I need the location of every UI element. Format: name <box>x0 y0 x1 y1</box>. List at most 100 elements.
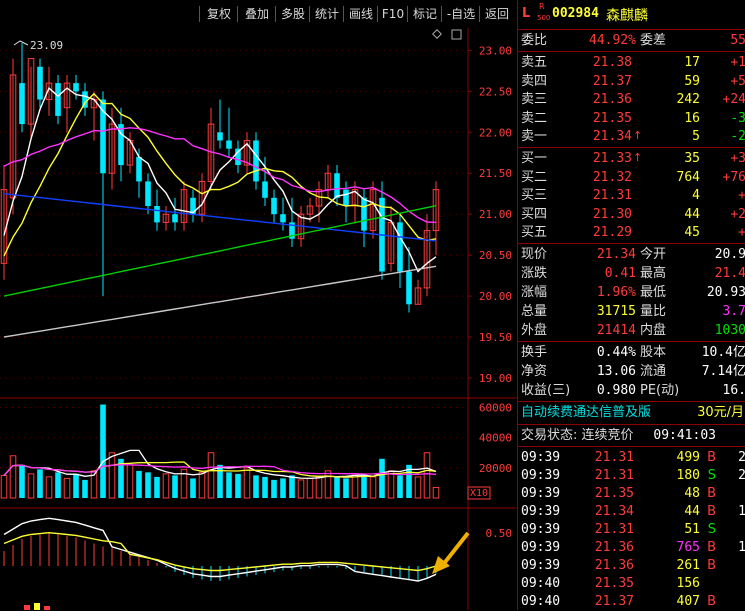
divider <box>518 446 745 447</box>
toolbar-button-1[interactable]: 叠加 <box>238 5 276 23</box>
candle-body-down <box>37 66 43 100</box>
bid-label: 买一 <box>521 151 548 166</box>
market-logo: L <box>522 6 531 21</box>
volume-tick-label: 40000 <box>479 432 512 445</box>
ask-price: 21.38 <box>592 55 632 70</box>
candle-body-down <box>397 222 403 272</box>
quote-panel: L R 500 002984 森麒麟 委比 44.92% 委差 55 卖五 21.… <box>517 0 745 610</box>
tick-row[interactable]: 09:39 21.31 180 S 2 <box>518 467 745 485</box>
stat-label: 量比 <box>640 304 667 319</box>
toolbar-button-4[interactable]: 画线 <box>344 5 378 23</box>
volume-bar-down <box>172 475 178 498</box>
toolbar-button-7[interactable]: -自选 <box>442 5 480 23</box>
volume-bar-up <box>126 464 134 499</box>
candle-body-down <box>271 197 277 215</box>
price-tick-label: 20.50 <box>479 249 512 262</box>
volume-bar-up <box>243 467 251 499</box>
ad-banner[interactable]: 自动续费通达信普及版 30元/月 <box>518 404 745 422</box>
volume-bar-down <box>55 472 61 498</box>
toolbar-button-0[interactable]: 复权 <box>200 5 238 23</box>
tick-row[interactable]: 09:40 21.35 156 <box>518 575 745 593</box>
volume-bar-up <box>324 470 332 499</box>
volume-bar-down <box>37 469 43 498</box>
stat-value: 0.41 <box>604 266 636 281</box>
tick-row[interactable]: 09:39 21.35 48 B <box>518 485 745 503</box>
tick-extra: 1 <box>738 504 745 519</box>
toolbar-button-2[interactable]: 多股 <box>276 5 310 23</box>
volume-bar-up <box>306 477 314 499</box>
ma120-line <box>3 265 437 338</box>
ask-label: 卖五 <box>521 55 548 70</box>
tick-row[interactable]: 09:39 21.36 261 B <box>518 557 745 575</box>
tick-row[interactable]: 09:40 21.37 407 B <box>518 593 745 611</box>
kline-chart-area[interactable]: 23.00 22.50 22.00 21.50 21.00 20.50 20.00 19.50… <box>0 28 517 610</box>
stat-value: 0.980 <box>596 383 636 398</box>
stock-header: L R 500 002984 森麒麟 <box>518 2 745 26</box>
volume-bar-down <box>217 464 223 498</box>
toolbar-button-3[interactable]: 统计 <box>310 5 344 23</box>
tick-price: 21.34 <box>594 504 634 519</box>
kline-chart[interactable]: 23.00 22.50 22.00 21.50 21.00 20.50 20.00 19.50… <box>0 28 517 610</box>
tick-extra: 2 <box>738 450 745 465</box>
toolbar-button-8[interactable]: 返回 <box>480 5 514 23</box>
wecha-value: 55 <box>730 33 745 48</box>
tick-row[interactable]: 09:39 21.31 51 S <box>518 521 745 539</box>
candle-body-down <box>334 173 340 198</box>
ad-price[interactable]: 30元/月 <box>697 404 744 422</box>
chart-toolbar: 复权 叠加 多股 统计 画线 F10 标记 -自选 返回 <box>0 0 517 28</box>
market-logo-sup: R <box>539 2 545 11</box>
indicator-mark <box>34 603 40 610</box>
stat-row: 现价 21.34 今开 20.9 <box>518 246 745 264</box>
stat-row: 涨跌 0.41 最高 21.4 <box>518 265 745 283</box>
price-tick-label: 19.00 <box>479 372 512 385</box>
stat-value: 21.4 <box>714 266 745 281</box>
volume-bar-up <box>297 479 305 499</box>
volume-bar-down <box>19 464 25 498</box>
stat-value: 1.96% <box>596 285 636 300</box>
bid-label: 买五 <box>521 225 548 241</box>
ask-volume: 59 <box>684 73 700 89</box>
price-tick-label: 21.50 <box>479 167 512 180</box>
divider <box>518 424 745 425</box>
bid-volume: 4 <box>692 188 700 204</box>
tick-volume: 44 <box>684 504 700 519</box>
volume-bar-up <box>414 476 422 499</box>
tick-row[interactable]: 09:39 21.36 765 B 1 <box>518 539 745 557</box>
toolbar-button-5[interactable]: F10 <box>378 5 408 23</box>
toolbar-button-6[interactable]: 标记 <box>408 5 442 23</box>
stat-value: 7.14亿 <box>701 364 745 379</box>
tick-volume: 765 <box>676 540 700 555</box>
volume-bar-down <box>289 475 295 498</box>
volume-bar-up <box>27 473 35 499</box>
tick-time: 09:39 <box>521 522 561 537</box>
volume-bar-up <box>0 474 8 499</box>
wecha-label: 委差 <box>640 33 667 48</box>
ask-row: 卖二 21.35 16 -3 <box>518 110 745 128</box>
stat-label: 流通 <box>640 364 667 379</box>
tick-row[interactable]: 09:39 21.34 44 B 1 <box>518 503 745 521</box>
bid-volume: 44 <box>684 206 700 222</box>
stat-row: 换手 0.44% 股本 10.4亿 <box>518 344 745 362</box>
indicator-mark <box>44 606 50 610</box>
stat-label: PE(动) <box>640 383 680 398</box>
tick-time: 09:39 <box>521 486 561 501</box>
volume-unit-label: X10 <box>470 488 488 499</box>
tick-price: 21.31 <box>594 522 634 537</box>
volume-bar-down <box>154 476 160 498</box>
price-tick-label: 20.00 <box>479 290 512 303</box>
divider <box>518 243 745 244</box>
tick-row[interactable]: 09:39 21.31 499 B 2 <box>518 449 745 467</box>
ad-text[interactable]: 自动续费通达信普及版 <box>521 404 651 422</box>
volume-bar-down <box>136 470 142 498</box>
ask-label: 卖二 <box>521 110 548 126</box>
ma60-line <box>3 205 437 297</box>
ask-change: +1 <box>730 55 745 70</box>
tick-price: 21.36 <box>594 558 634 573</box>
stat-label: 今开 <box>640 247 667 262</box>
stat-value: 20.93 <box>706 285 745 300</box>
up-arrow-icon: ↑ <box>633 151 643 164</box>
candle-body-down <box>55 83 61 116</box>
stat-row: 总量 31715 量比 3.7 <box>518 303 745 321</box>
volume-bar-down <box>262 476 268 498</box>
annotation-arrow-icon <box>440 531 470 568</box>
